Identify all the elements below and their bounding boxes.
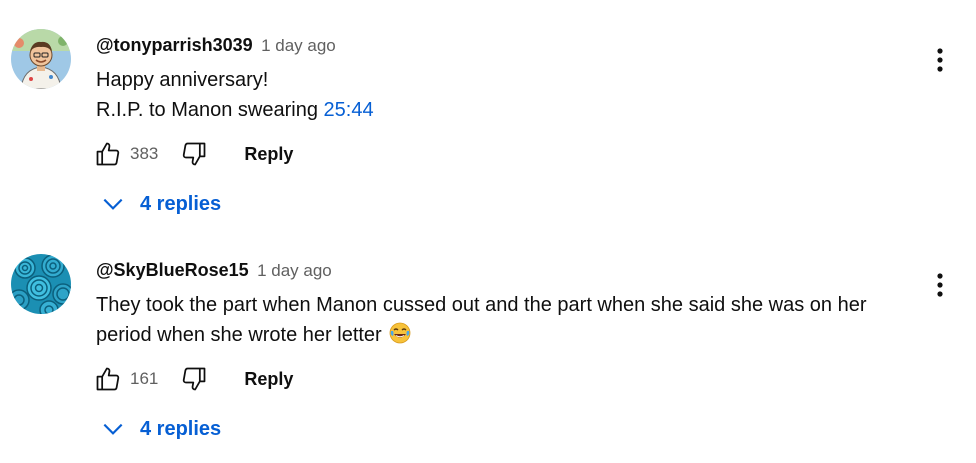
replies-count-label: 4 replies	[140, 417, 222, 440]
comment-text: Happy anniversary! R.I.P. to Manon swear…	[96, 65, 916, 125]
comment-text-line: Happy anniversary!	[96, 69, 269, 91]
view-replies-button[interactable]: 4 replies	[100, 414, 221, 444]
like-button[interactable]	[92, 139, 124, 169]
like-count: 383	[130, 144, 159, 163]
dislike-button[interactable]	[178, 139, 210, 169]
comment-text: They took the part when Manon cussed out…	[96, 290, 916, 353]
reply-button[interactable]: Reply	[244, 369, 293, 390]
like-button[interactable]	[92, 364, 124, 394]
comment-header: @tonyparrish3039 1 day ago	[96, 34, 336, 56]
blue-roses-avatar-icon	[11, 254, 71, 314]
thumbs-down-icon	[183, 142, 206, 166]
comment-menu-button[interactable]	[928, 45, 952, 75]
thumbs-down-icon	[183, 367, 206, 391]
comment-text-line: R.I.P. to Manon swearing 25:44	[96, 95, 916, 125]
like-count: 161	[130, 369, 159, 388]
video-timestamp-link[interactable]: 25:44	[324, 99, 374, 121]
chevron-down-icon	[103, 423, 123, 435]
comment-text-line: They took the part when Manon cussed out…	[96, 294, 867, 316]
comment-text-line: period when she wrote her letter	[96, 320, 916, 353]
comment-action-bar: 383 Reply	[92, 139, 293, 169]
comment-author[interactable]: @tonyparrish3039	[96, 35, 253, 55]
comment-time[interactable]: 1 day ago	[257, 261, 332, 280]
more-vertical-icon	[937, 273, 943, 297]
comment-author[interactable]: @SkyBlueRose15	[96, 260, 249, 280]
chevron-down-icon	[103, 198, 123, 210]
reply-button[interactable]: Reply	[244, 144, 293, 165]
more-vertical-icon	[937, 48, 943, 72]
dislike-button[interactable]	[178, 364, 210, 394]
comment-text-segment: R.I.P. to Manon swearing	[96, 99, 324, 121]
cartoon-person-avatar-icon	[11, 29, 71, 89]
comments-section: @tonyparrish3039 1 day ago Happy anniver…	[0, 0, 976, 463]
thumbs-up-icon	[96, 367, 120, 391]
thumbs-up-icon	[96, 142, 120, 166]
comment-header: @SkyBlueRose15 1 day ago	[96, 259, 332, 281]
face-with-tears-of-joy-icon	[389, 322, 411, 353]
comment-action-bar: 161 Reply	[92, 364, 293, 394]
comment-text-segment: period when she wrote her letter	[96, 324, 388, 346]
replies-count-label: 4 replies	[140, 192, 222, 215]
view-replies-button[interactable]: 4 replies	[100, 189, 221, 219]
comment-time[interactable]: 1 day ago	[261, 36, 336, 55]
avatar[interactable]	[11, 254, 71, 314]
avatar[interactable]	[11, 29, 71, 89]
comment-menu-button[interactable]	[928, 270, 952, 300]
